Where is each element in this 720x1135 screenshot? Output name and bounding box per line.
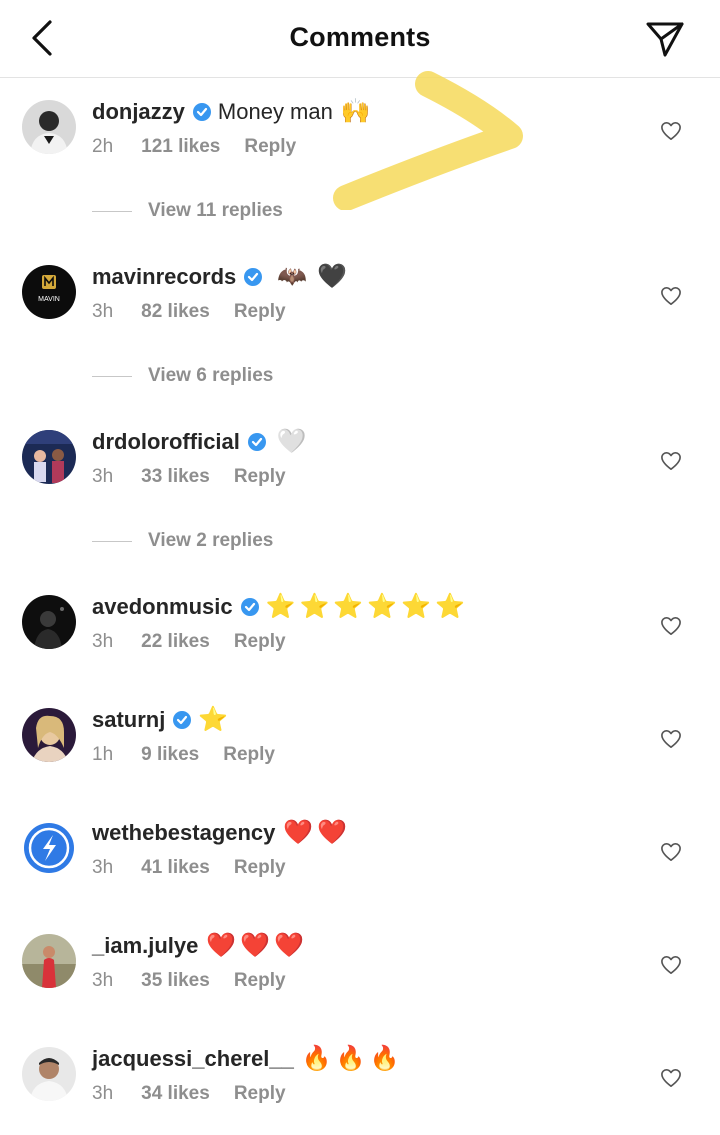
bat-emoji: 🦇 — [277, 263, 308, 290]
like-button[interactable] — [654, 279, 688, 313]
like-button[interactable] — [654, 835, 688, 869]
red-heart-emoji: ❤️ — [317, 819, 348, 846]
view-replies-button[interactable]: View 6 replies — [92, 365, 273, 387]
like-button[interactable] — [654, 1061, 688, 1095]
black-heart-emoji: 🖤 — [317, 263, 348, 290]
paper-plane-icon — [646, 22, 684, 57]
like-count[interactable]: 22 likes — [141, 631, 210, 653]
like-count[interactable]: 34 likes — [141, 1083, 210, 1105]
comment-time: 3h — [92, 1083, 114, 1104]
reply-button[interactable]: Reply — [244, 136, 296, 158]
heart-icon — [661, 730, 681, 748]
verified-badge-icon — [172, 710, 192, 730]
like-count[interactable]: 121 likes — [141, 136, 220, 158]
comment-username[interactable]: _iam.julye — [92, 933, 198, 959]
heart-icon — [661, 617, 681, 635]
heart-icon — [661, 1069, 681, 1087]
comment-username[interactable]: donjazzy — [92, 99, 185, 125]
page-title: Comments — [289, 22, 431, 52]
like-button[interactable] — [654, 114, 688, 148]
share-button[interactable] — [640, 16, 690, 62]
reply-button[interactable]: Reply — [234, 301, 286, 323]
avatar[interactable] — [22, 821, 76, 875]
avatar[interactable]: MAVIN — [22, 265, 76, 319]
comment-time: 3h — [92, 857, 114, 878]
star-emoji: ⭐ — [265, 593, 296, 620]
avatar[interactable] — [22, 100, 76, 154]
verified-badge-icon — [240, 597, 260, 617]
star-emoji: ⭐ — [401, 593, 432, 620]
comment-username[interactable]: jacquessi_cherel__ — [92, 1046, 294, 1072]
heart-icon — [661, 843, 681, 861]
comment-username[interactable]: mavinrecords — [92, 264, 236, 290]
comment-username[interactable]: drdolorofficial — [92, 429, 240, 455]
reply-button[interactable]: Reply — [234, 857, 286, 879]
view-replies-button[interactable]: View 2 replies — [92, 530, 273, 552]
heart-icon — [661, 452, 681, 470]
verified-badge-icon — [247, 432, 267, 452]
view-replies-button[interactable]: View 11 replies — [92, 200, 283, 222]
like-button[interactable] — [654, 609, 688, 643]
avatar[interactable] — [22, 595, 76, 649]
verified-badge-icon — [243, 267, 263, 287]
comment-time: 1h — [92, 744, 114, 765]
comment-time: 2h — [92, 136, 114, 157]
red-heart-emoji: ❤️ — [283, 819, 314, 846]
reply-button[interactable]: Reply — [234, 1083, 286, 1105]
verified-badge-icon — [192, 102, 212, 122]
red-heart-emoji: ❤️ — [240, 932, 271, 959]
like-count[interactable]: 9 likes — [141, 744, 199, 766]
star-emoji: ⭐ — [299, 593, 330, 620]
like-count[interactable]: 35 likes — [141, 970, 210, 992]
reply-button[interactable]: Reply — [234, 970, 286, 992]
like-count[interactable]: 82 likes — [141, 301, 210, 323]
like-button[interactable] — [654, 722, 688, 756]
highlighter-arrow-annotation — [333, 71, 523, 210]
comment-time: 3h — [92, 631, 114, 652]
fire-emoji: 🔥 — [369, 1045, 400, 1072]
comment-time: 3h — [92, 970, 114, 991]
star-emoji: ⭐ — [333, 593, 364, 620]
like-count[interactable]: 33 likes — [141, 466, 210, 488]
red-heart-emoji: ❤️ — [206, 932, 237, 959]
header-bar: Comments — [0, 0, 720, 78]
fire-emoji: 🔥 — [335, 1045, 366, 1072]
white-heart-emoji: 🤍 — [276, 428, 307, 455]
heart-icon — [661, 122, 681, 140]
like-button[interactable] — [654, 948, 688, 982]
fire-emoji: 🔥 — [301, 1045, 332, 1072]
star-emoji: ⭐ — [198, 706, 229, 733]
comment-username[interactable]: saturnj — [92, 707, 165, 733]
red-heart-emoji: ❤️ — [274, 932, 305, 959]
reply-button[interactable]: Reply — [223, 744, 275, 766]
svg-text:MAVIN: MAVIN — [38, 296, 60, 303]
comment-username[interactable]: wethebestagency — [92, 820, 275, 846]
avatar[interactable] — [22, 1047, 76, 1101]
avatar[interactable] — [22, 708, 76, 762]
avatar[interactable] — [22, 934, 76, 988]
star-emoji: ⭐ — [435, 593, 465, 620]
like-button[interactable] — [654, 444, 688, 478]
heart-icon — [661, 287, 681, 305]
comment-time: 3h — [92, 466, 114, 487]
comment-text: Money man — [217, 99, 333, 124]
reply-button[interactable]: Reply — [234, 466, 286, 488]
avatar[interactable] — [22, 430, 76, 484]
star-emoji: ⭐ — [367, 593, 398, 620]
heart-icon — [661, 956, 681, 974]
comment-username[interactable]: avedonmusic — [92, 594, 233, 620]
raising-hands-emoji: 🙌 — [340, 98, 371, 125]
reply-button[interactable]: Reply — [234, 631, 286, 653]
comment-time: 3h — [92, 301, 114, 322]
like-count[interactable]: 41 likes — [141, 857, 210, 879]
